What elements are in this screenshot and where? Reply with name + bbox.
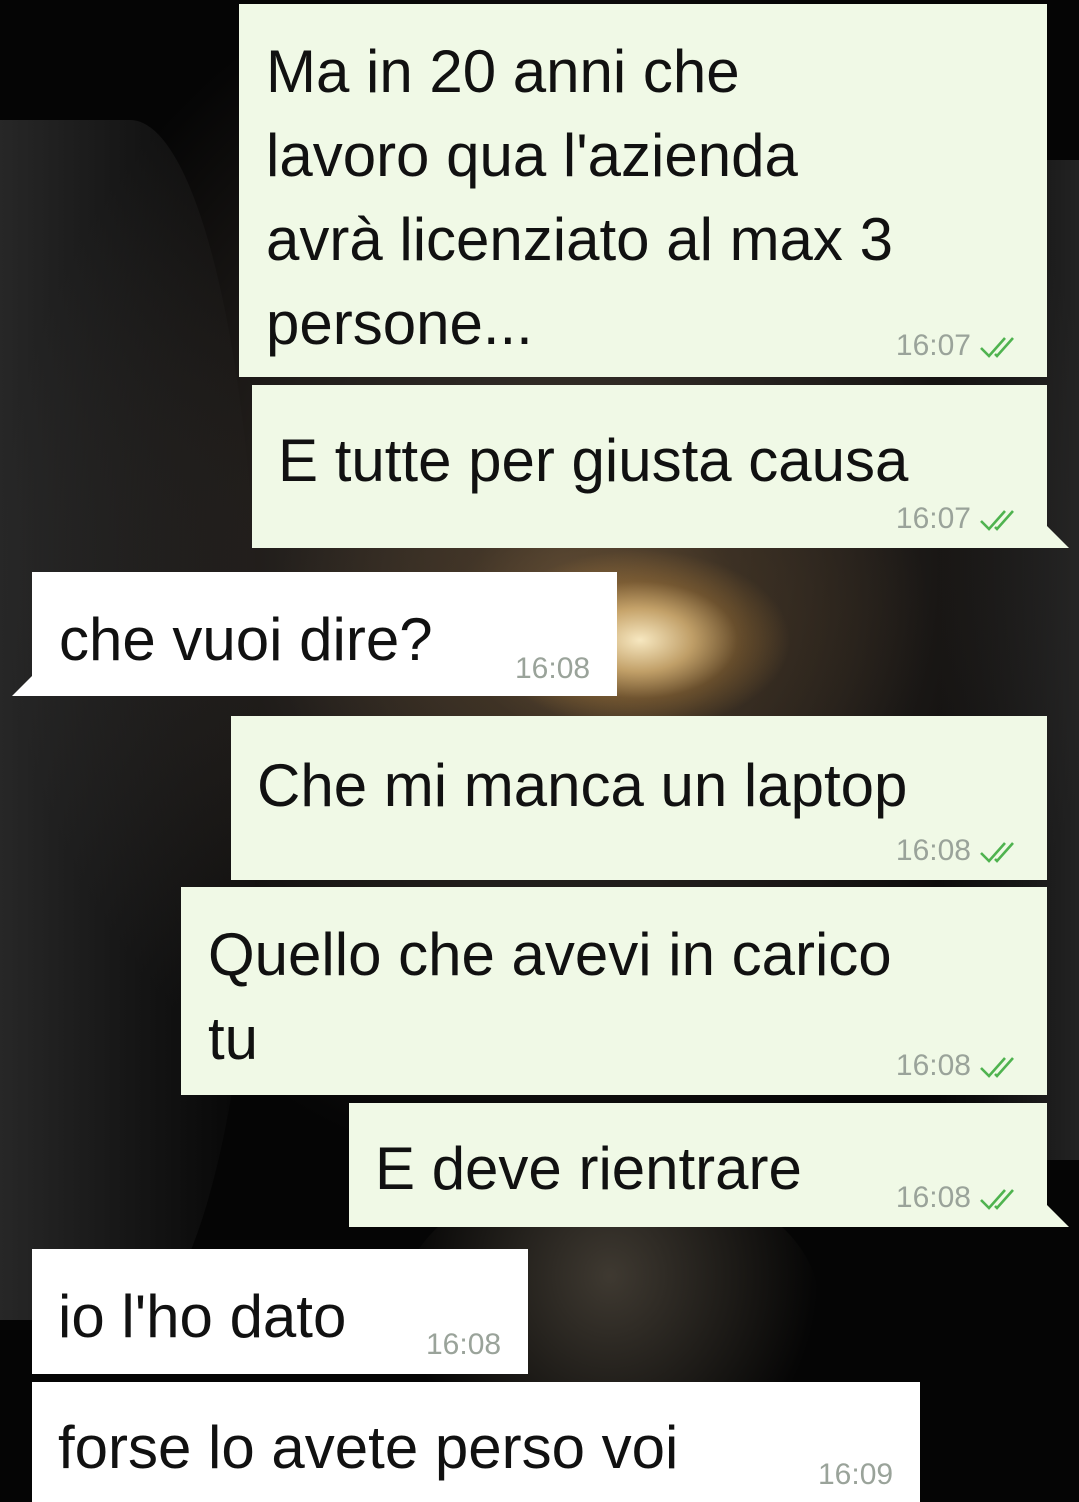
message-time: 16:08 [895, 834, 971, 867]
bubble-tail [1045, 1203, 1069, 1227]
message-text: forse lo avete perso voi [58, 1414, 679, 1481]
message-text: Ma in 20 anni che lavoro qua l'azienda a… [266, 38, 893, 357]
message-bubble-outgoing[interactable]: E deve rientrare 16:08 [349, 1103, 1069, 1227]
message-bubble-incoming[interactable]: io l'ho dato 16:08 [32, 1249, 528, 1374]
message-meta: 16:08 [515, 652, 590, 686]
message-time: 16:07 [895, 329, 971, 362]
message-meta: 16:07 [896, 329, 1023, 363]
message-meta: 16:08 [896, 1181, 1023, 1215]
message-text: Che mi manca un laptop [257, 752, 908, 819]
message-bubble-outgoing[interactable]: Ma in 20 anni che lavoro qua l'azienda a… [239, 4, 1047, 377]
message-meta: 16:08 [896, 834, 1023, 868]
message-time: 16:07 [895, 502, 971, 535]
double-check-icon [980, 842, 1014, 863]
message-meta: 16:09 [818, 1458, 893, 1492]
message-bubble-incoming[interactable]: forse lo avete perso voi 16:09 [32, 1382, 920, 1502]
message-meta: 16:08 [896, 1049, 1023, 1083]
double-check-icon [980, 337, 1014, 358]
message-bubble-outgoing[interactable]: E tutte per giusta causa 16:07 [252, 385, 1069, 548]
message-text: E tutte per giusta causa [278, 427, 909, 494]
message-bubble-outgoing[interactable]: Che mi manca un laptop 16:08 [231, 716, 1047, 880]
message-meta: 16:08 [426, 1328, 501, 1362]
message-bubble-incoming[interactable]: che vuoi dire? 16:08 [12, 572, 617, 696]
message-time: 16:08 [515, 652, 591, 685]
message-meta: 16:07 [896, 502, 1023, 536]
double-check-icon [980, 1189, 1014, 1210]
message-time: 16:08 [895, 1181, 971, 1214]
bubble-tail [1045, 524, 1069, 548]
bubble-tail [12, 674, 34, 696]
double-check-icon [980, 510, 1014, 531]
message-bubble-outgoing[interactable]: Quello che avevi in carico tu 16:08 [181, 887, 1047, 1095]
bulb-glass-left [0, 120, 260, 1320]
message-time: 16:08 [426, 1328, 502, 1361]
message-time: 16:09 [818, 1458, 894, 1491]
message-time: 16:08 [895, 1049, 971, 1082]
double-check-icon [980, 1057, 1014, 1078]
